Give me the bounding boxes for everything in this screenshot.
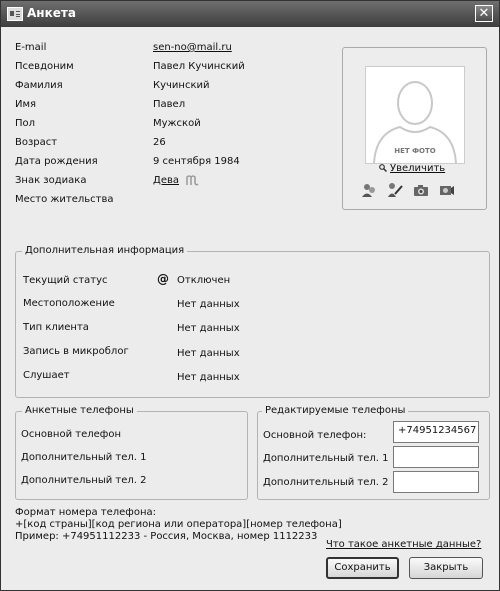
surname-value: Кучинский xyxy=(153,80,210,91)
birthdate-label: Дата рождения xyxy=(15,156,98,167)
editable-extra-phone-2-label: Дополнительный тел. 2 xyxy=(263,477,389,488)
at-icon: @ xyxy=(157,272,169,286)
close-window-button[interactable]: ✕ xyxy=(475,5,493,22)
format-help-title: Формат номера телефона: xyxy=(15,507,156,518)
magnifier-icon xyxy=(379,164,388,173)
status-label: Текущий статус xyxy=(23,275,108,286)
client-type-value: Нет данных xyxy=(177,323,240,334)
age-value: 26 xyxy=(153,137,166,148)
profile-main-phone-label: Основной телефон xyxy=(21,429,121,440)
close-button[interactable]: Закрыть xyxy=(409,557,483,579)
zodiac-icon xyxy=(185,174,199,187)
what-is-profile-link[interactable]: Что такое анкетные данные? xyxy=(326,539,481,550)
email-label: E-mail xyxy=(15,42,47,53)
gender-label: Пол xyxy=(15,118,36,129)
profile-card-icon xyxy=(7,7,23,21)
save-button[interactable]: Сохранить xyxy=(326,557,399,579)
location-value: Нет данных xyxy=(177,299,240,310)
first-name-value: Павел xyxy=(153,99,186,110)
window-title: Анкета xyxy=(27,6,76,20)
profile-extra-phone-1-label: Дополнительный тел. 1 xyxy=(21,452,147,463)
birthdate-value: 9 сентября 1984 xyxy=(153,156,240,167)
no-photo-text: НЕТ ФОТО xyxy=(394,147,436,155)
first-name-label: Имя xyxy=(15,99,37,110)
location-label: Местоположение xyxy=(23,298,115,309)
nickname-value: Павел Кучинский xyxy=(153,61,245,72)
profile-phones-title: Анкетные телефоны xyxy=(22,405,137,416)
microblog-value: Нет данных xyxy=(177,348,240,359)
contacts-icon[interactable] xyxy=(361,182,377,198)
extra-phone-2-input[interactable] xyxy=(393,471,479,493)
editable-phones-title: Редактируемые телефоны xyxy=(262,405,409,416)
email-link[interactable]: sen-no@mail.ru xyxy=(153,42,232,53)
editable-extra-phone-1-label: Дополнительный тел. 1 xyxy=(263,453,389,464)
enlarge-link[interactable]: Увеличить xyxy=(379,163,445,174)
format-help-example: Пример: +74951112233 - Россия, Москва, н… xyxy=(15,531,318,542)
profile-window: Анкета ✕ E-mail sen-no@mail.ru Псевдоним… xyxy=(0,0,500,591)
photo-panel: НЕТ ФОТО Увеличить xyxy=(342,47,487,210)
status-value: Отключен xyxy=(177,275,231,286)
profile-extra-phone-2-label: Дополнительный тел. 2 xyxy=(21,475,147,486)
microblog-label: Запись в микроблог xyxy=(23,346,129,357)
photo-toolbar xyxy=(361,182,461,198)
surname-label: Фамилия xyxy=(15,80,63,91)
extra-phone-1-input[interactable] xyxy=(393,446,479,468)
nickname-label: Псевдоним xyxy=(15,61,74,72)
residence-label: Место жительства xyxy=(15,194,114,205)
enlarge-label: Увеличить xyxy=(390,163,446,174)
editable-main-phone-label: Основной телефон: xyxy=(263,430,367,441)
webcam-icon[interactable] xyxy=(439,182,455,198)
zodiac-link[interactable]: Дева xyxy=(153,175,179,186)
format-help-pattern: +[код страны][код региона или оператора]… xyxy=(15,519,342,530)
age-label: Возраст xyxy=(15,137,58,148)
listening-value: Нет данных xyxy=(177,372,240,383)
listening-label: Слушает xyxy=(23,370,70,381)
camera-icon[interactable] xyxy=(413,182,429,198)
avatar-photo[interactable]: НЕТ ФОТО xyxy=(365,66,465,164)
zodiac-label: Знак зодиака xyxy=(15,175,87,186)
additional-info-title: Дополнительная информация xyxy=(22,245,188,256)
client-type-label: Тип клиента xyxy=(23,322,89,333)
gender-value: Мужской xyxy=(153,118,201,129)
title-bar[interactable]: Анкета ✕ xyxy=(1,1,499,27)
main-phone-input[interactable]: +74951234567 xyxy=(393,421,479,443)
edit-icon[interactable] xyxy=(387,182,403,198)
